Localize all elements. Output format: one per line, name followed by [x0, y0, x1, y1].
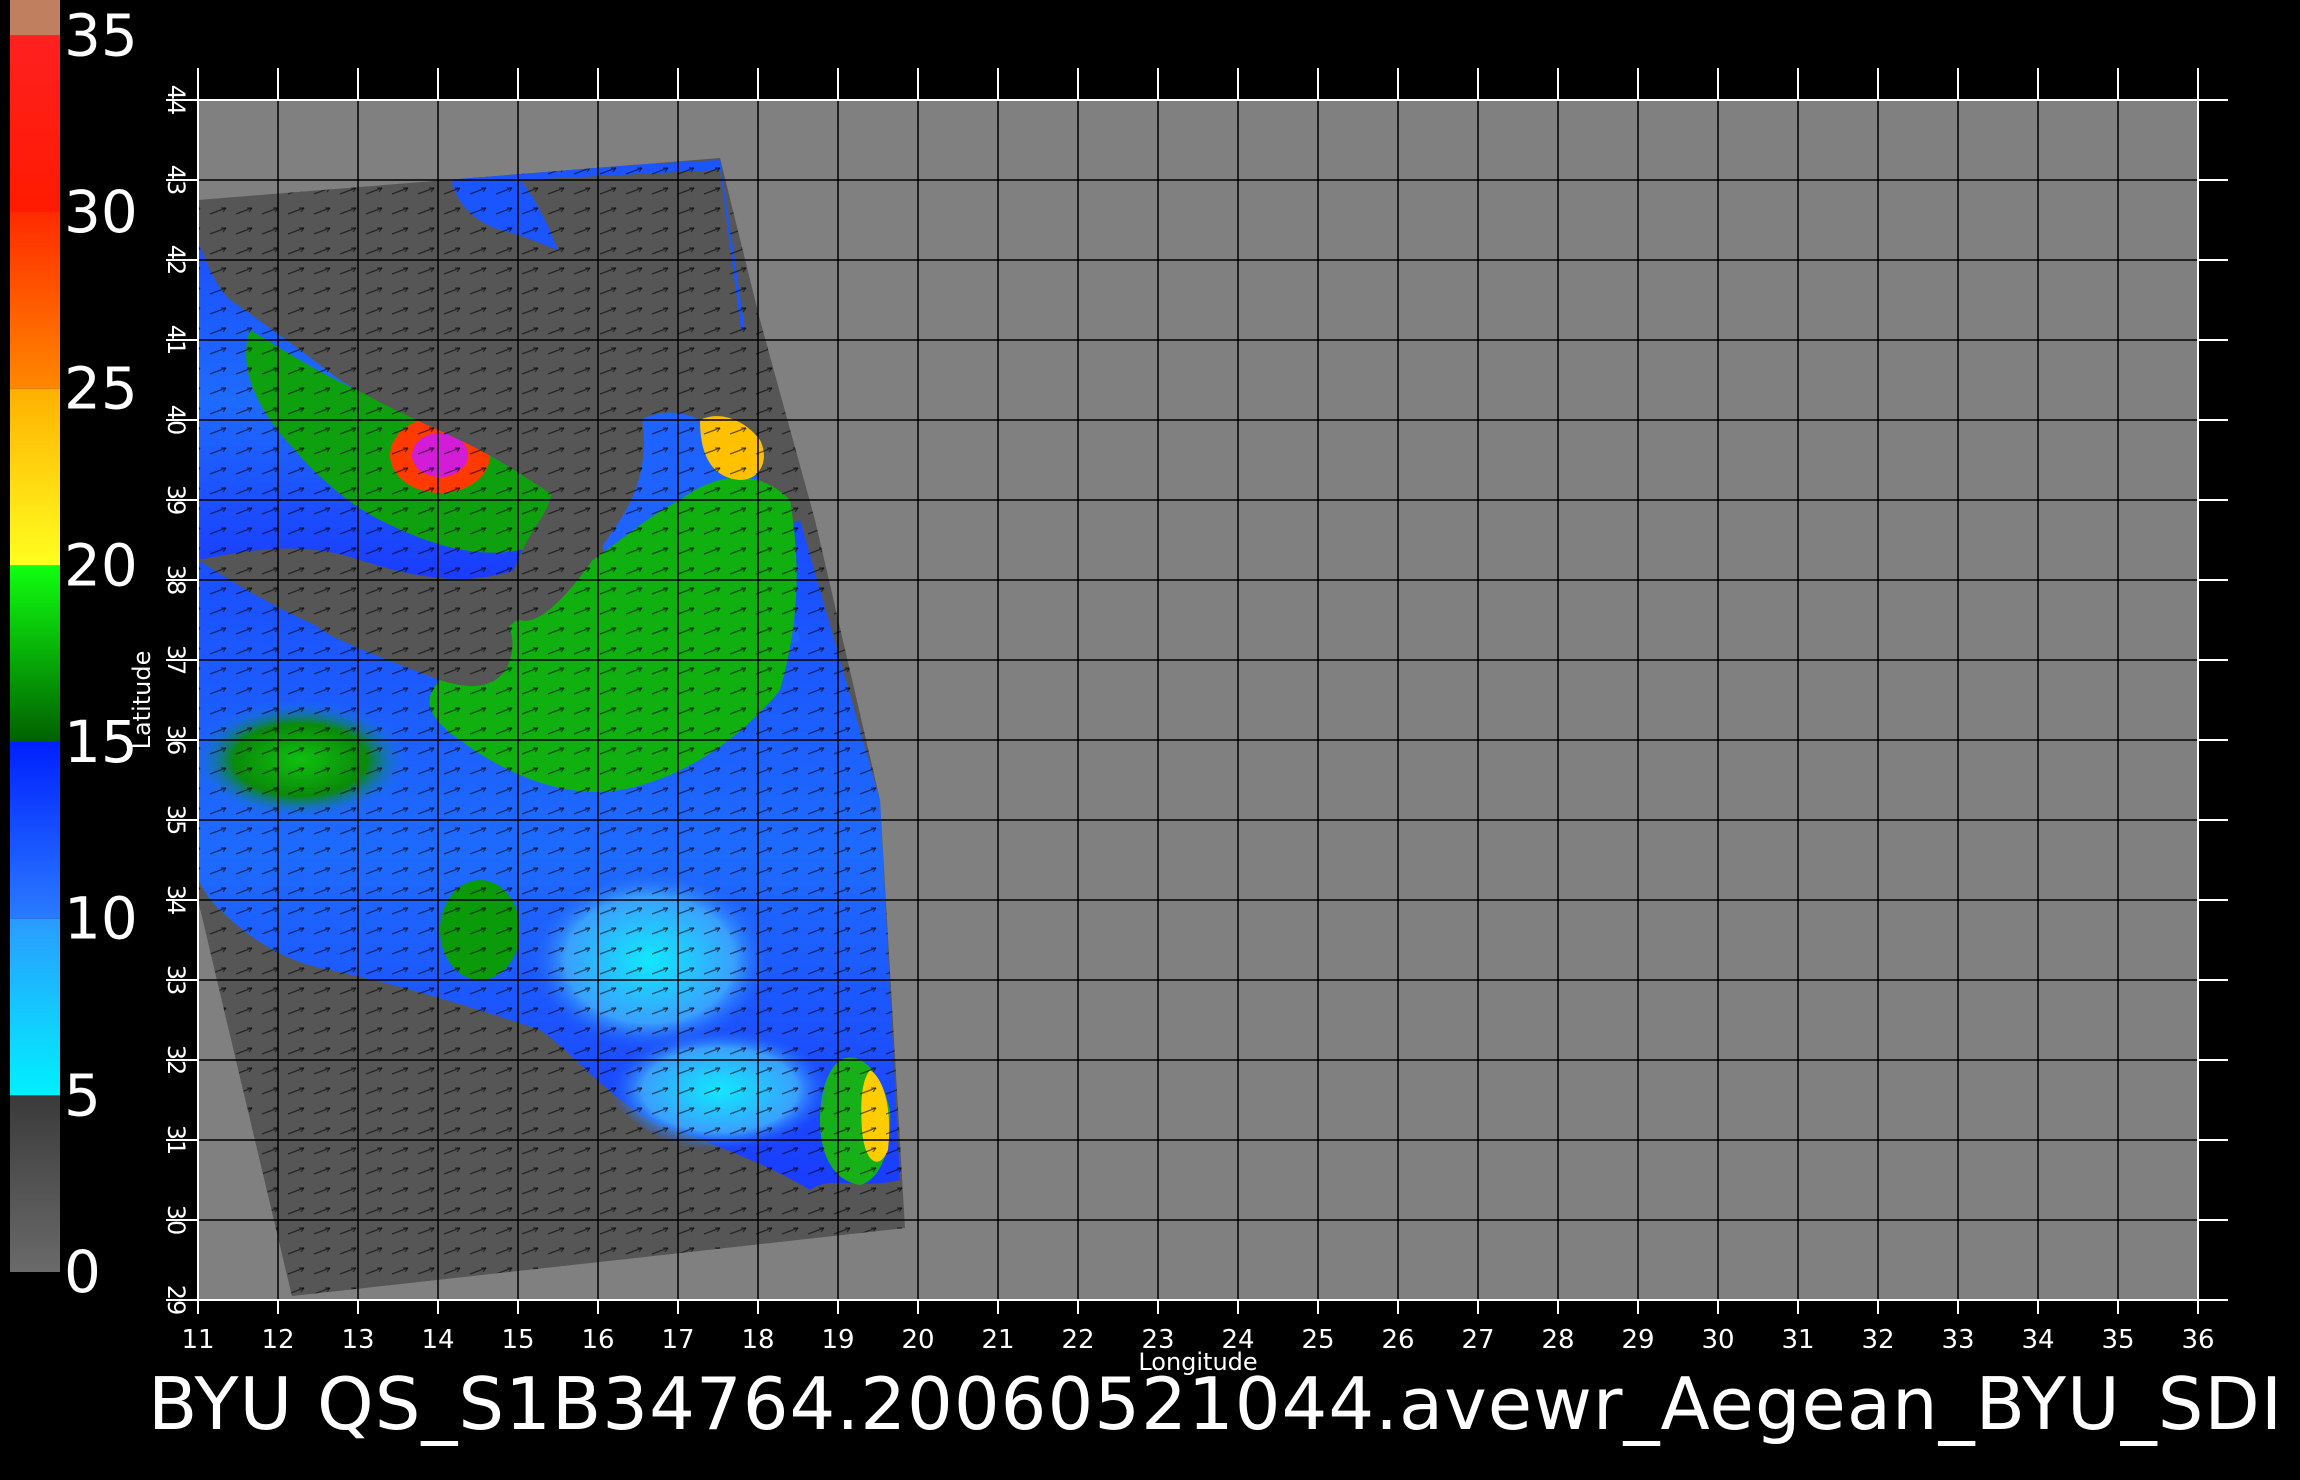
latitude-tick-label: 32 — [162, 1045, 190, 1076]
longitude-tick-label: 18 — [741, 1325, 774, 1355]
longitude-tick-label: 15 — [501, 1325, 534, 1355]
latitude-tick-label: 39 — [162, 485, 190, 516]
color-scale-bar — [10, 0, 60, 1272]
longitude-tick-label: 31 — [1781, 1325, 1814, 1355]
longitude-tick-label: 26 — [1381, 1325, 1414, 1355]
latitude-tick-label: 37 — [162, 645, 190, 676]
latitude-tick-label: 38 — [162, 565, 190, 596]
color-scale-band — [10, 388, 60, 566]
longitude-tick-label: 25 — [1301, 1325, 1334, 1355]
latitude-tick-label: 36 — [162, 725, 190, 756]
longitude-tick-label: 28 — [1541, 1325, 1574, 1355]
color-scale-tick-label: 35 — [64, 1, 138, 69]
color-scale-tick-label: 0 — [64, 1238, 101, 1306]
color-scale-tick-label: 25 — [64, 355, 138, 423]
color-scale-band — [10, 0, 60, 36]
latitude-tick-labels: 29 30 31 32 33 34 35 36 37 38 39 40 41 42 43 44 — [162, 85, 190, 1316]
longitude-tick-label: 19 — [821, 1325, 854, 1355]
longitude-tick-label: 36 — [2181, 1325, 2214, 1355]
longitude-tick-label: 27 — [1461, 1325, 1494, 1355]
longitude-tick-label: 32 — [1861, 1325, 1894, 1355]
color-scale-tick-label: 20 — [64, 531, 138, 599]
longitude-tick-label: 14 — [421, 1325, 454, 1355]
latitude-tick-label: 34 — [162, 885, 190, 916]
longitude-tick-label: 33 — [1941, 1325, 1974, 1355]
longitude-tick-label: 29 — [1621, 1325, 1654, 1355]
color-scale-band — [10, 35, 60, 213]
color-scale-band — [10, 742, 60, 919]
color-scale-band — [10, 212, 60, 389]
latitude-tick-label: 33 — [162, 965, 190, 996]
longitude-tick-label: 12 — [261, 1325, 294, 1355]
longitude-tick-label: 35 — [2101, 1325, 2134, 1355]
longitude-tick-label: 20 — [901, 1325, 934, 1355]
longitude-tick-label: 17 — [661, 1325, 694, 1355]
longitude-tick-label: 16 — [581, 1325, 614, 1355]
latitude-tick-label: 41 — [162, 325, 190, 356]
latitude-tick-label: 30 — [162, 1205, 190, 1236]
color-scale-tick-label: 10 — [64, 885, 138, 953]
longitude-tick-label: 11 — [181, 1325, 214, 1355]
y-axis-label: Latitude — [128, 651, 156, 750]
latitude-tick-label: 42 — [162, 245, 190, 276]
wind-speed-map: 35 30 25 20 15 10 5 0 11 12 13 14 15 16 17 18 1… — [10, 0, 2228, 1376]
color-scale-tick-label: 30 — [64, 178, 138, 246]
latitude-tick-label: 29 — [162, 1285, 190, 1316]
longitude-tick-label: 22 — [1061, 1325, 1094, 1355]
color-scale-band — [10, 1095, 60, 1272]
latitude-tick-label: 40 — [162, 405, 190, 436]
longitude-tick-label: 21 — [981, 1325, 1014, 1355]
latitude-tick-label: 31 — [162, 1125, 190, 1156]
color-scale-tick-label: 5 — [64, 1061, 101, 1129]
longitude-tick-label: 34 — [2021, 1325, 2054, 1355]
latitude-tick-label: 44 — [162, 85, 190, 116]
latitude-tick-label: 35 — [162, 805, 190, 836]
longitude-tick-label: 13 — [341, 1325, 374, 1355]
color-scale-tick-label: 15 — [64, 708, 138, 776]
longitude-tick-label: 30 — [1701, 1325, 1734, 1355]
color-scale-band — [10, 565, 60, 742]
product-title: BYU QS_S1B34764.20060521044.avewr_Aegean… — [148, 1362, 2284, 1446]
color-scale-band — [10, 918, 60, 1096]
latitude-tick-label: 43 — [162, 165, 190, 196]
color-scale-labels: 35 30 25 20 15 10 5 0 — [64, 1, 138, 1306]
